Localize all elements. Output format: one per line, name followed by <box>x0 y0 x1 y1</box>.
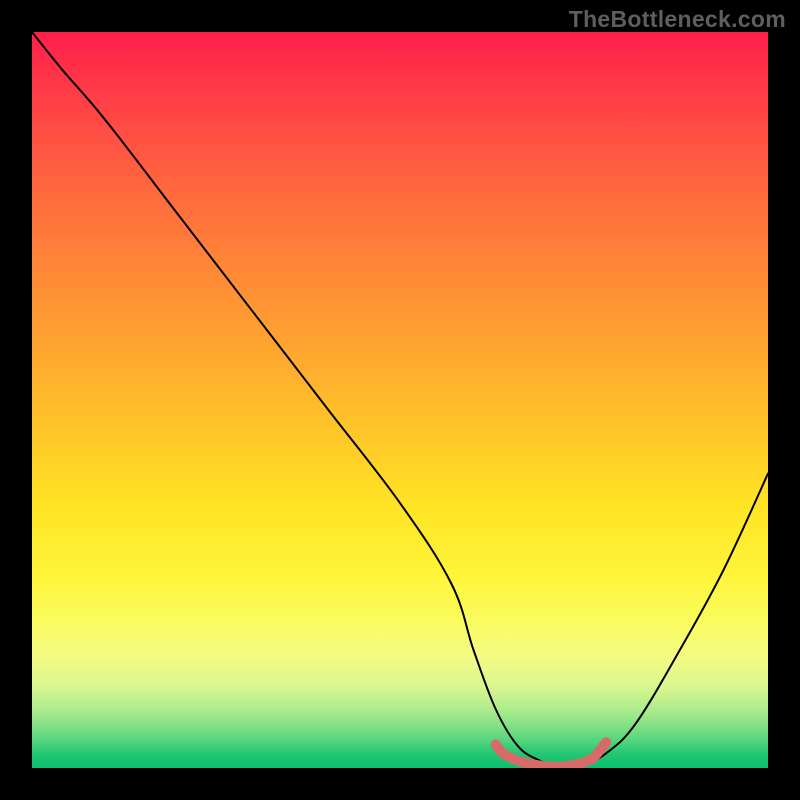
bottleneck-curve <box>32 32 768 768</box>
chart-frame: TheBottleneck.com <box>0 0 800 800</box>
curve-layer <box>32 32 768 768</box>
plot-area <box>32 32 768 768</box>
optimal-range-marker <box>496 742 606 767</box>
watermark-text: TheBottleneck.com <box>569 6 786 33</box>
